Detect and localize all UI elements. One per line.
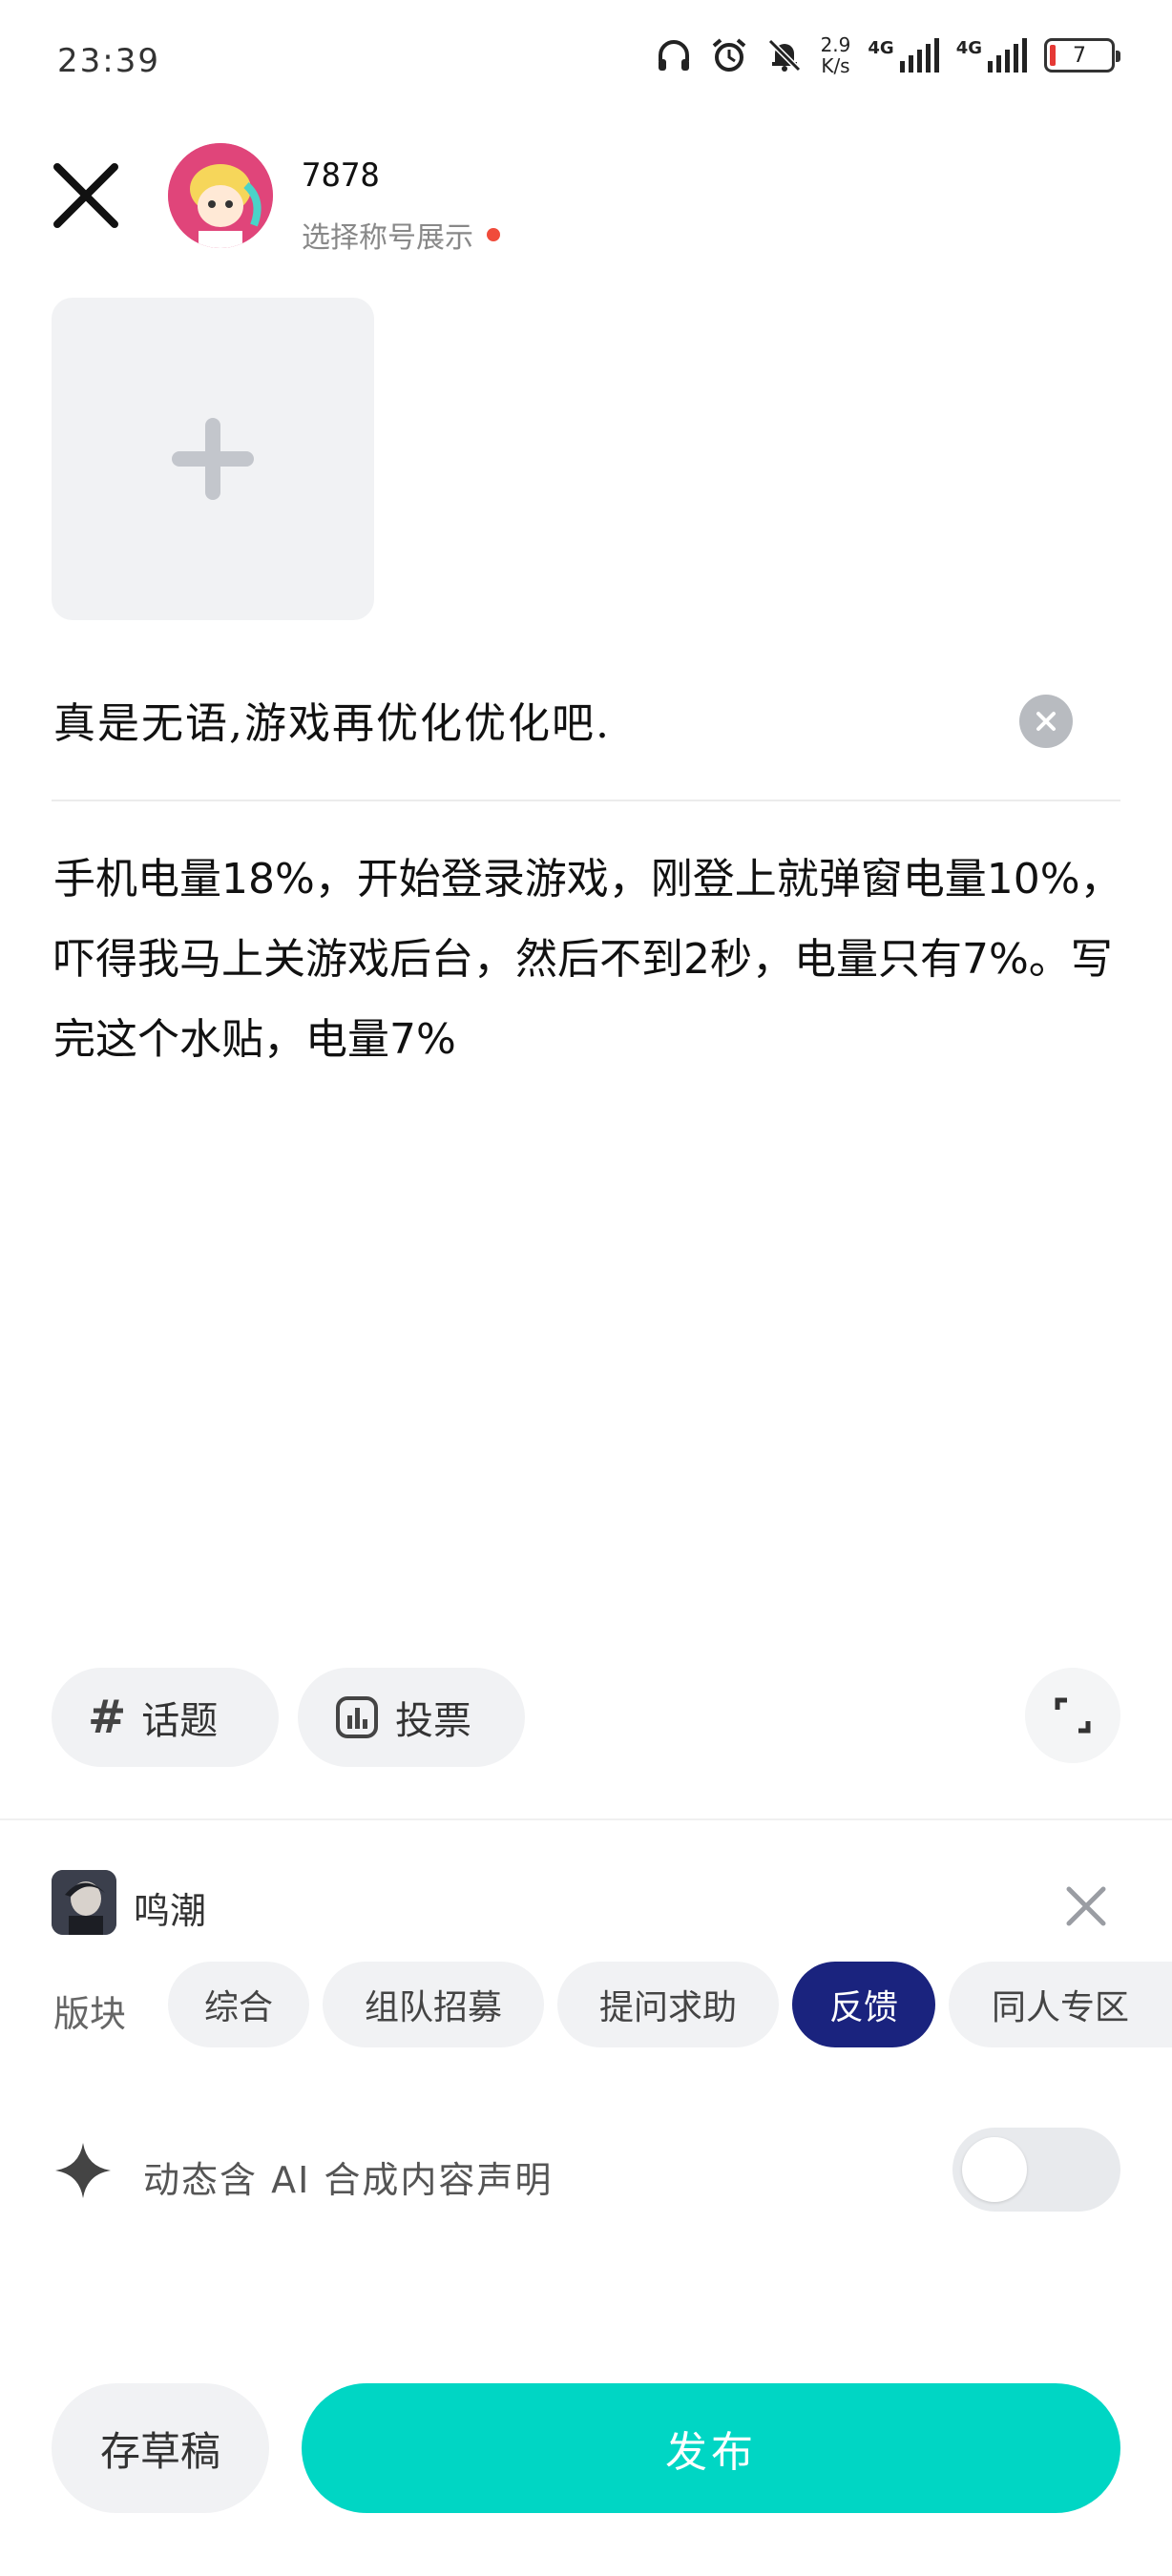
close-icon[interactable] [48,157,124,234]
title-divider [52,800,1120,801]
game-icon [52,1870,116,1935]
save-draft-button[interactable]: 存草稿 [52,2383,269,2513]
clear-icon [1036,712,1056,731]
headphones-icon [658,40,689,71]
notification-dot [487,228,500,241]
section-chip-feedback[interactable]: 反馈 [792,1962,935,2047]
select-title-label: 选择称号展示 [302,221,473,255]
ai-declaration-label: 动态含 AI 合成内容声明 [143,2159,554,2201]
hashtag-icon: # [88,1691,127,1744]
section-chip-team[interactable]: 组队招募 [323,1962,544,2047]
section-divider [0,1818,1172,1820]
game-name: 鸣潮 [134,1890,207,1932]
section-chip-help[interactable]: 提问求助 [557,1962,779,2047]
ai-declaration-toggle[interactable] [952,2128,1120,2212]
toggle-knob [962,2137,1027,2202]
poll-icon [336,1696,378,1738]
alarm-icon [712,38,745,72]
section-chip-fanart[interactable]: 同人专区 [949,1962,1172,2047]
remove-game-icon[interactable] [1059,1880,1113,1933]
avatar[interactable] [168,143,273,248]
select-title-link[interactable]: 选择称号展示 [302,214,500,256]
signal-1-label: 4G [868,38,894,58]
mute-bell-icon [767,38,801,73]
net-speed: 2.9 K/s [821,34,851,76]
section-label: 版块 [53,1993,127,2035]
fullscreen-icon[interactable] [1025,1668,1120,1763]
topic-label: 话题 [141,1699,219,1743]
body-textarea[interactable]: 手机电量18%，开始登录游戏，刚登上就弹窗电量10%，吓得我马上关游戏后台，然后… [53,840,1122,1080]
add-image-button[interactable] [52,298,374,620]
signal-2-label: 4G [955,38,982,58]
title-input[interactable]: 真是无语,游戏再优化优化吧. [53,689,611,750]
battery-icon: 7 [1044,38,1120,73]
publish-button[interactable]: 发布 [302,2383,1120,2513]
clear-title-button[interactable] [1019,695,1073,748]
status-icons: 2.9 K/s 4G 4G 7 [655,34,1120,76]
section-chip-general[interactable]: 综合 [168,1962,309,2047]
vote-button[interactable]: 投票 [298,1668,525,1767]
username: 7878 [302,156,380,195]
signal-1: 4G [868,38,939,73]
sparkle-icon [55,2143,111,2198]
net-speed-value: 2.9 [820,33,851,56]
signal-2: 4G [956,38,1027,73]
battery-level: 7 [1073,43,1086,68]
topic-button[interactable]: # 话题 [52,1668,279,1767]
net-speed-unit: K/s [821,54,850,77]
vote-label: 投票 [395,1699,471,1743]
avatar-image [168,143,273,248]
status-time: 23:39 [57,42,160,80]
